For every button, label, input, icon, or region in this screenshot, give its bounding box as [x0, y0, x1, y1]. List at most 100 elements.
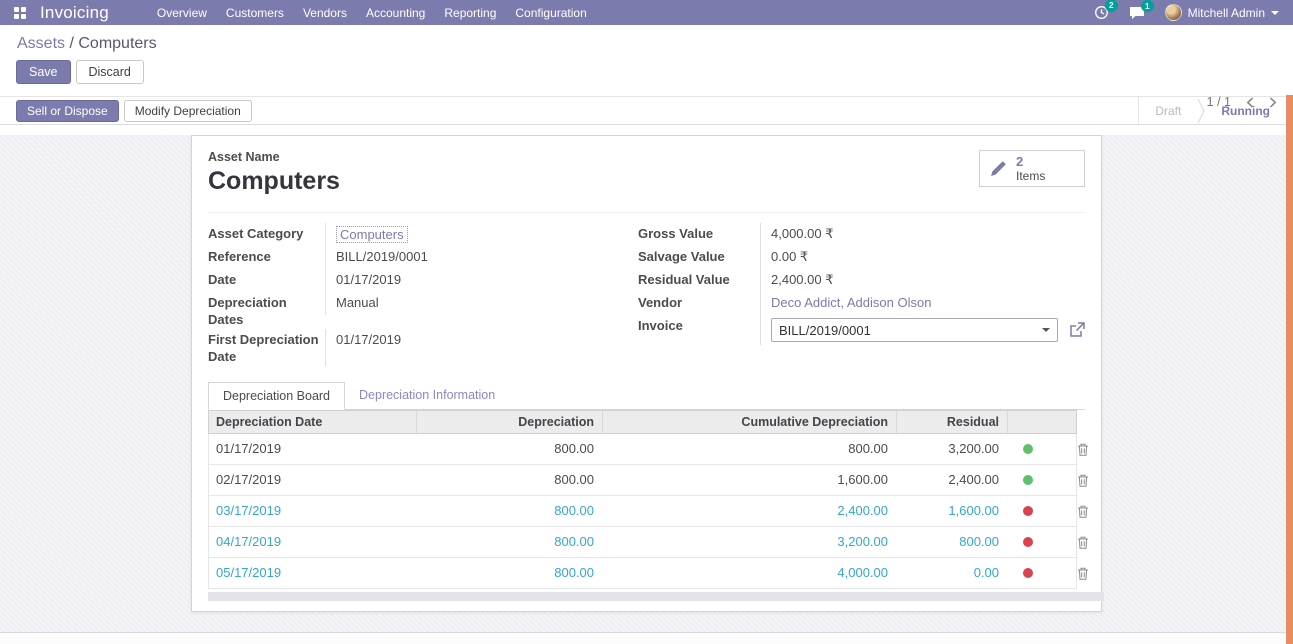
salvage-value-label: Salvage Value	[638, 246, 760, 266]
asset-form-sheet: Asset Name Computers 2 Items Asset Categ…	[191, 135, 1102, 612]
items-count: 2	[1016, 154, 1045, 170]
nav-customers[interactable]: Customers	[226, 6, 284, 20]
delete-row-button[interactable]	[1077, 434, 1089, 465]
avatar	[1165, 4, 1182, 21]
table-row[interactable]: 05/17/2019 800.00 4,000.00 0.00	[208, 558, 1085, 589]
table-row[interactable]: 02/17/2019 800.00 1,600.00 2,400.00	[208, 465, 1085, 496]
delete-row-button[interactable]	[1077, 496, 1089, 527]
col-cumulative-depreciation[interactable]: Cumulative Depreciation	[602, 411, 896, 433]
asset-category-label: Asset Category	[208, 223, 325, 243]
invoice-select[interactable]: BILL/2019/0001	[771, 318, 1058, 342]
sell-or-dispose-button[interactable]: Sell or Dispose	[16, 100, 119, 122]
messages-button[interactable]: 1	[1129, 6, 1145, 20]
nav-accounting[interactable]: Accounting	[366, 6, 425, 20]
first-depreciation-date-field[interactable]: 01/17/2019	[325, 329, 638, 366]
table-row[interactable]: 04/17/2019 800.00 3,200.00 800.00	[208, 527, 1085, 558]
notebook-tabs: Depreciation Board Depreciation Informat…	[208, 382, 1085, 410]
col-depreciation-date[interactable]: Depreciation Date	[209, 411, 416, 433]
pager: 1 / 1	[1207, 95, 1277, 109]
asset-name-value[interactable]: Computers	[208, 167, 1085, 196]
cell-depreciation: 800.00	[416, 496, 602, 526]
delete-row-button[interactable]	[1077, 558, 1089, 589]
reference-field[interactable]: BILL/2019/0001	[325, 246, 638, 269]
field-row: Residual Value 2,400.00 ₹	[638, 269, 1085, 292]
pager-previous-button[interactable]	[1246, 97, 1254, 108]
breadcrumb-separator: /	[69, 35, 73, 52]
vendor-field[interactable]: Deco Addict, Addison Olson	[771, 295, 931, 310]
form-statusbar: Sell or Dispose Modify Depreciation Draf…	[0, 96, 1293, 125]
cell-date: 04/17/2019	[209, 527, 416, 557]
messages-badge: 1	[1141, 0, 1154, 12]
activities-button[interactable]: 2	[1094, 5, 1109, 20]
tab-depreciation-board[interactable]: Depreciation Board	[208, 382, 345, 410]
chevron-right-icon	[1269, 97, 1277, 108]
unposted-status-dot	[1023, 568, 1033, 578]
state-draft[interactable]: Draft	[1139, 104, 1197, 118]
field-groups: Asset Category Computers Reference BILL/…	[208, 223, 1085, 366]
cell-date: 02/17/2019	[209, 465, 416, 495]
table-row[interactable]: 01/17/2019 800.00 800.00 3,200.00	[208, 434, 1085, 465]
nav-vendors[interactable]: Vendors	[303, 6, 347, 20]
nav-configuration[interactable]: Configuration	[515, 6, 586, 20]
field-row: Reference BILL/2019/0001	[208, 246, 638, 269]
nav-overview[interactable]: Overview	[157, 6, 207, 20]
pencil-icon	[990, 160, 1007, 177]
field-row: Salvage Value 0.00 ₹	[638, 246, 1085, 269]
invoicing-app-window: Invoicing Overview Customers Vendors Acc…	[0, 0, 1293, 644]
cell-cumulative: 800.00	[602, 434, 896, 464]
tab-depreciation-information[interactable]: Depreciation Information	[345, 382, 509, 409]
dropdown-caret-icon	[1042, 328, 1050, 332]
app-title[interactable]: Invoicing	[40, 3, 109, 23]
navbar-systray: 2 1 Mitchell Admin	[1094, 4, 1279, 21]
pager-value: 1 / 1	[1207, 95, 1231, 109]
unposted-status-dot	[1023, 506, 1033, 516]
posted-status-dot	[1023, 475, 1033, 485]
invoice-value: BILL/2019/0001	[779, 323, 871, 338]
field-row: Depreciation Dates Manual	[208, 292, 638, 329]
first-depreciation-date-label: First Depreciation Date	[208, 329, 325, 366]
gross-value-field[interactable]: 4,000.00 ₹	[760, 223, 1085, 246]
control-panel: Assets / Computers Save Discard 1 / 1	[0, 25, 1293, 96]
vendor-label: Vendor	[638, 292, 760, 312]
salvage-value-field[interactable]: 0.00 ₹	[760, 246, 1085, 269]
field-row: First Depreciation Date 01/17/2019	[208, 329, 638, 366]
col-residual[interactable]: Residual	[896, 411, 1007, 433]
cell-residual: 2,400.00	[896, 465, 1007, 495]
user-menu[interactable]: Mitchell Admin	[1165, 4, 1279, 21]
modify-depreciation-button[interactable]: Modify Depreciation	[124, 100, 252, 122]
unposted-status-dot	[1023, 537, 1033, 547]
table-footer	[208, 592, 1104, 601]
table-row[interactable]: 03/17/2019 800.00 2,400.00 1,600.00	[208, 496, 1085, 527]
items-stat-button[interactable]: 2 Items	[979, 150, 1085, 187]
date-field[interactable]: 01/17/2019	[325, 269, 638, 292]
cell-date: 01/17/2019	[209, 434, 416, 464]
delete-row-button[interactable]	[1077, 527, 1089, 558]
discard-button[interactable]: Discard	[76, 60, 144, 84]
save-button[interactable]: Save	[16, 60, 71, 84]
cell-residual: 3,200.00	[896, 434, 1007, 464]
cell-depreciation: 800.00	[416, 434, 602, 464]
field-row: Gross Value 4,000.00 ₹	[638, 223, 1085, 246]
delete-row-button[interactable]	[1077, 465, 1089, 496]
chevron-left-icon	[1246, 97, 1254, 108]
apps-menu-icon[interactable]	[14, 7, 26, 19]
cell-residual: 1,600.00	[896, 496, 1007, 526]
trash-icon	[1077, 505, 1089, 518]
depreciation-dates-field[interactable]: Manual	[325, 292, 638, 315]
col-depreciation[interactable]: Depreciation	[416, 411, 602, 433]
field-row: Asset Category Computers	[208, 223, 638, 246]
main-menu: Overview Customers Vendors Accounting Re…	[157, 6, 587, 20]
scrollbar[interactable]	[1286, 95, 1293, 644]
bottom-strip	[0, 632, 1293, 644]
external-link-icon[interactable]	[1069, 322, 1085, 338]
field-row: Invoice BILL/2019/0001	[638, 315, 1085, 345]
cell-cumulative: 1,600.00	[602, 465, 896, 495]
nav-reporting[interactable]: Reporting	[444, 6, 496, 20]
pager-next-button[interactable]	[1269, 97, 1277, 108]
breadcrumb-assets[interactable]: Assets	[17, 35, 65, 52]
residual-value-field[interactable]: 2,400.00 ₹	[760, 269, 1085, 292]
cell-residual: 800.00	[896, 527, 1007, 557]
top-navbar: Invoicing Overview Customers Vendors Acc…	[0, 0, 1293, 25]
asset-category-field[interactable]: Computers	[336, 226, 408, 243]
table-body: 01/17/2019 800.00 800.00 3,200.00 0	[208, 434, 1085, 589]
